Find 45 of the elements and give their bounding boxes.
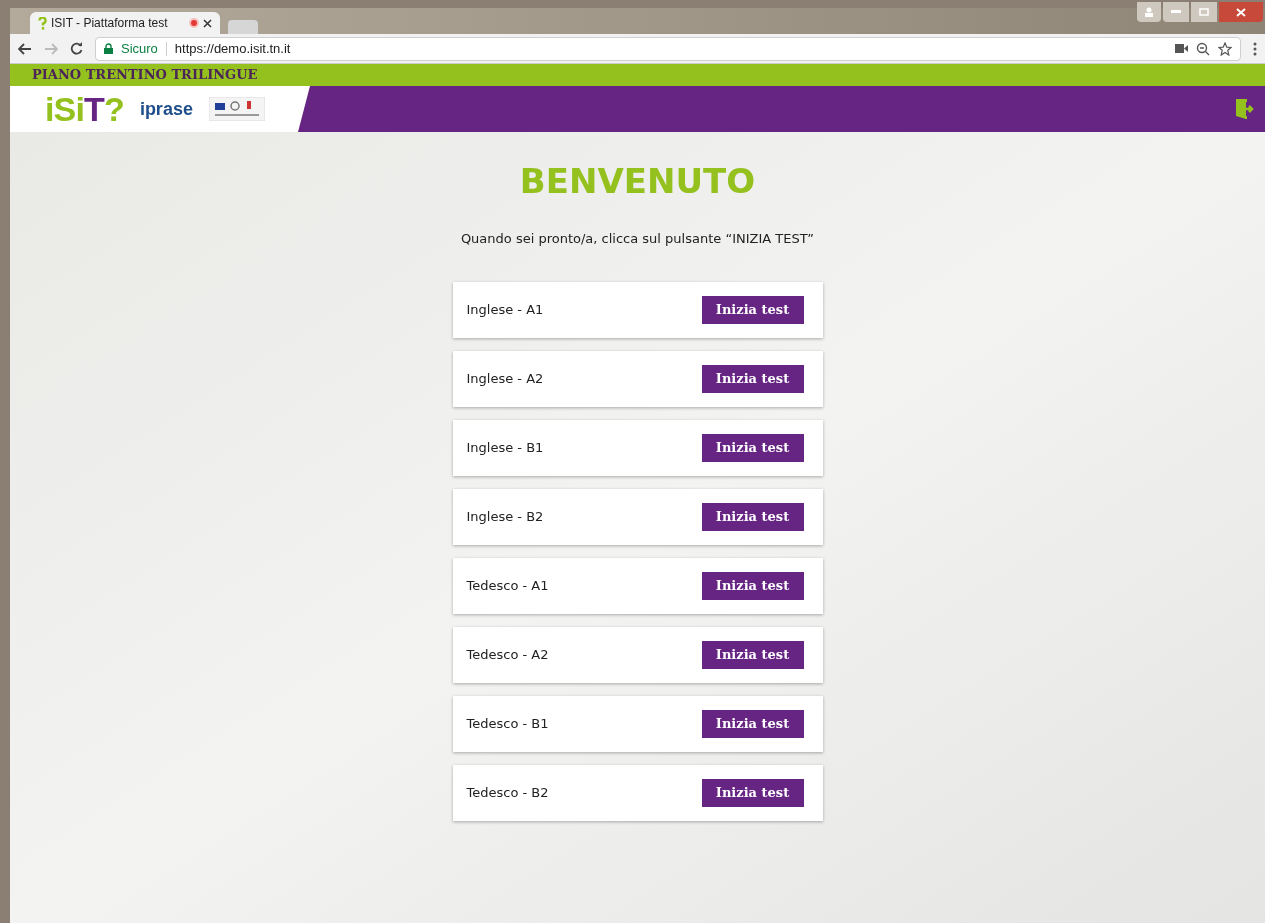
start-test-button[interactable]: Inizia test: [701, 433, 804, 462]
test-name: Inglese - A2: [466, 369, 544, 388]
test-name: Tedesco - A1: [466, 576, 549, 595]
logo-lettering: iSi: [45, 92, 85, 126]
start-test-button[interactable]: Inizia test: [701, 295, 804, 324]
close-icon: [1236, 7, 1246, 17]
test-name: Tedesco - B1: [466, 714, 549, 733]
test-name: Inglese - B2: [466, 507, 544, 526]
start-test-button[interactable]: Inizia test: [701, 571, 804, 600]
test-name: Tedesco - A2: [466, 645, 549, 664]
close-window-button[interactable]: [1219, 2, 1263, 22]
start-test-button[interactable]: Inizia test: [701, 709, 804, 738]
instruction-text: Quando sei pronto/a, clicca sul pulsante “INIZIA TEST”: [460, 230, 815, 248]
banner-title: PIANO TRENTINO TRILINGUE: [32, 66, 258, 85]
question-mark-icon: [38, 16, 47, 30]
browser-tab[interactable]: ISIT - Piattaforma test: [30, 12, 220, 34]
start-test-button[interactable]: Inizia test: [701, 778, 804, 807]
welcome-heading: BENVENUTO: [519, 160, 756, 203]
back-icon[interactable]: [18, 42, 32, 55]
test-name: Inglese - A1: [466, 300, 544, 319]
person-icon: [1144, 7, 1154, 17]
start-test-button[interactable]: Inizia test: [701, 502, 804, 531]
tab-title: ISIT - Piattaforma test: [51, 15, 168, 32]
test-name: Inglese - B1: [466, 438, 544, 457]
url-text: https://demo.isit.tn.it: [174, 39, 291, 58]
test-name: Tedesco - B2: [466, 783, 549, 802]
start-test-button[interactable]: Inizia test: [701, 364, 804, 393]
star-icon[interactable]: [1218, 41, 1232, 56]
reload-icon[interactable]: [70, 42, 83, 55]
logo-lettering: ?: [103, 92, 124, 126]
zoom-out-icon[interactable]: [1196, 41, 1210, 56]
logo-lettering: T: [84, 92, 104, 126]
maximize-icon: [1199, 8, 1209, 16]
minimize-icon: [1171, 10, 1181, 14]
close-icon[interactable]: [203, 18, 212, 28]
partner-logo: iprase: [139, 97, 193, 121]
address-bar[interactable]: Sicuro https://demo.isit.tn.it: [95, 36, 1241, 61]
recording-icon: [189, 18, 199, 28]
security-label: Sicuro: [121, 39, 158, 58]
video-camera-icon[interactable]: [1175, 44, 1188, 53]
menu-icon[interactable]: [1253, 41, 1257, 56]
lock-icon: [104, 43, 113, 54]
start-test-button[interactable]: Inizia test: [701, 640, 804, 669]
logout-icon[interactable]: [1235, 98, 1255, 120]
institution-logos-drawing: [208, 97, 265, 121]
